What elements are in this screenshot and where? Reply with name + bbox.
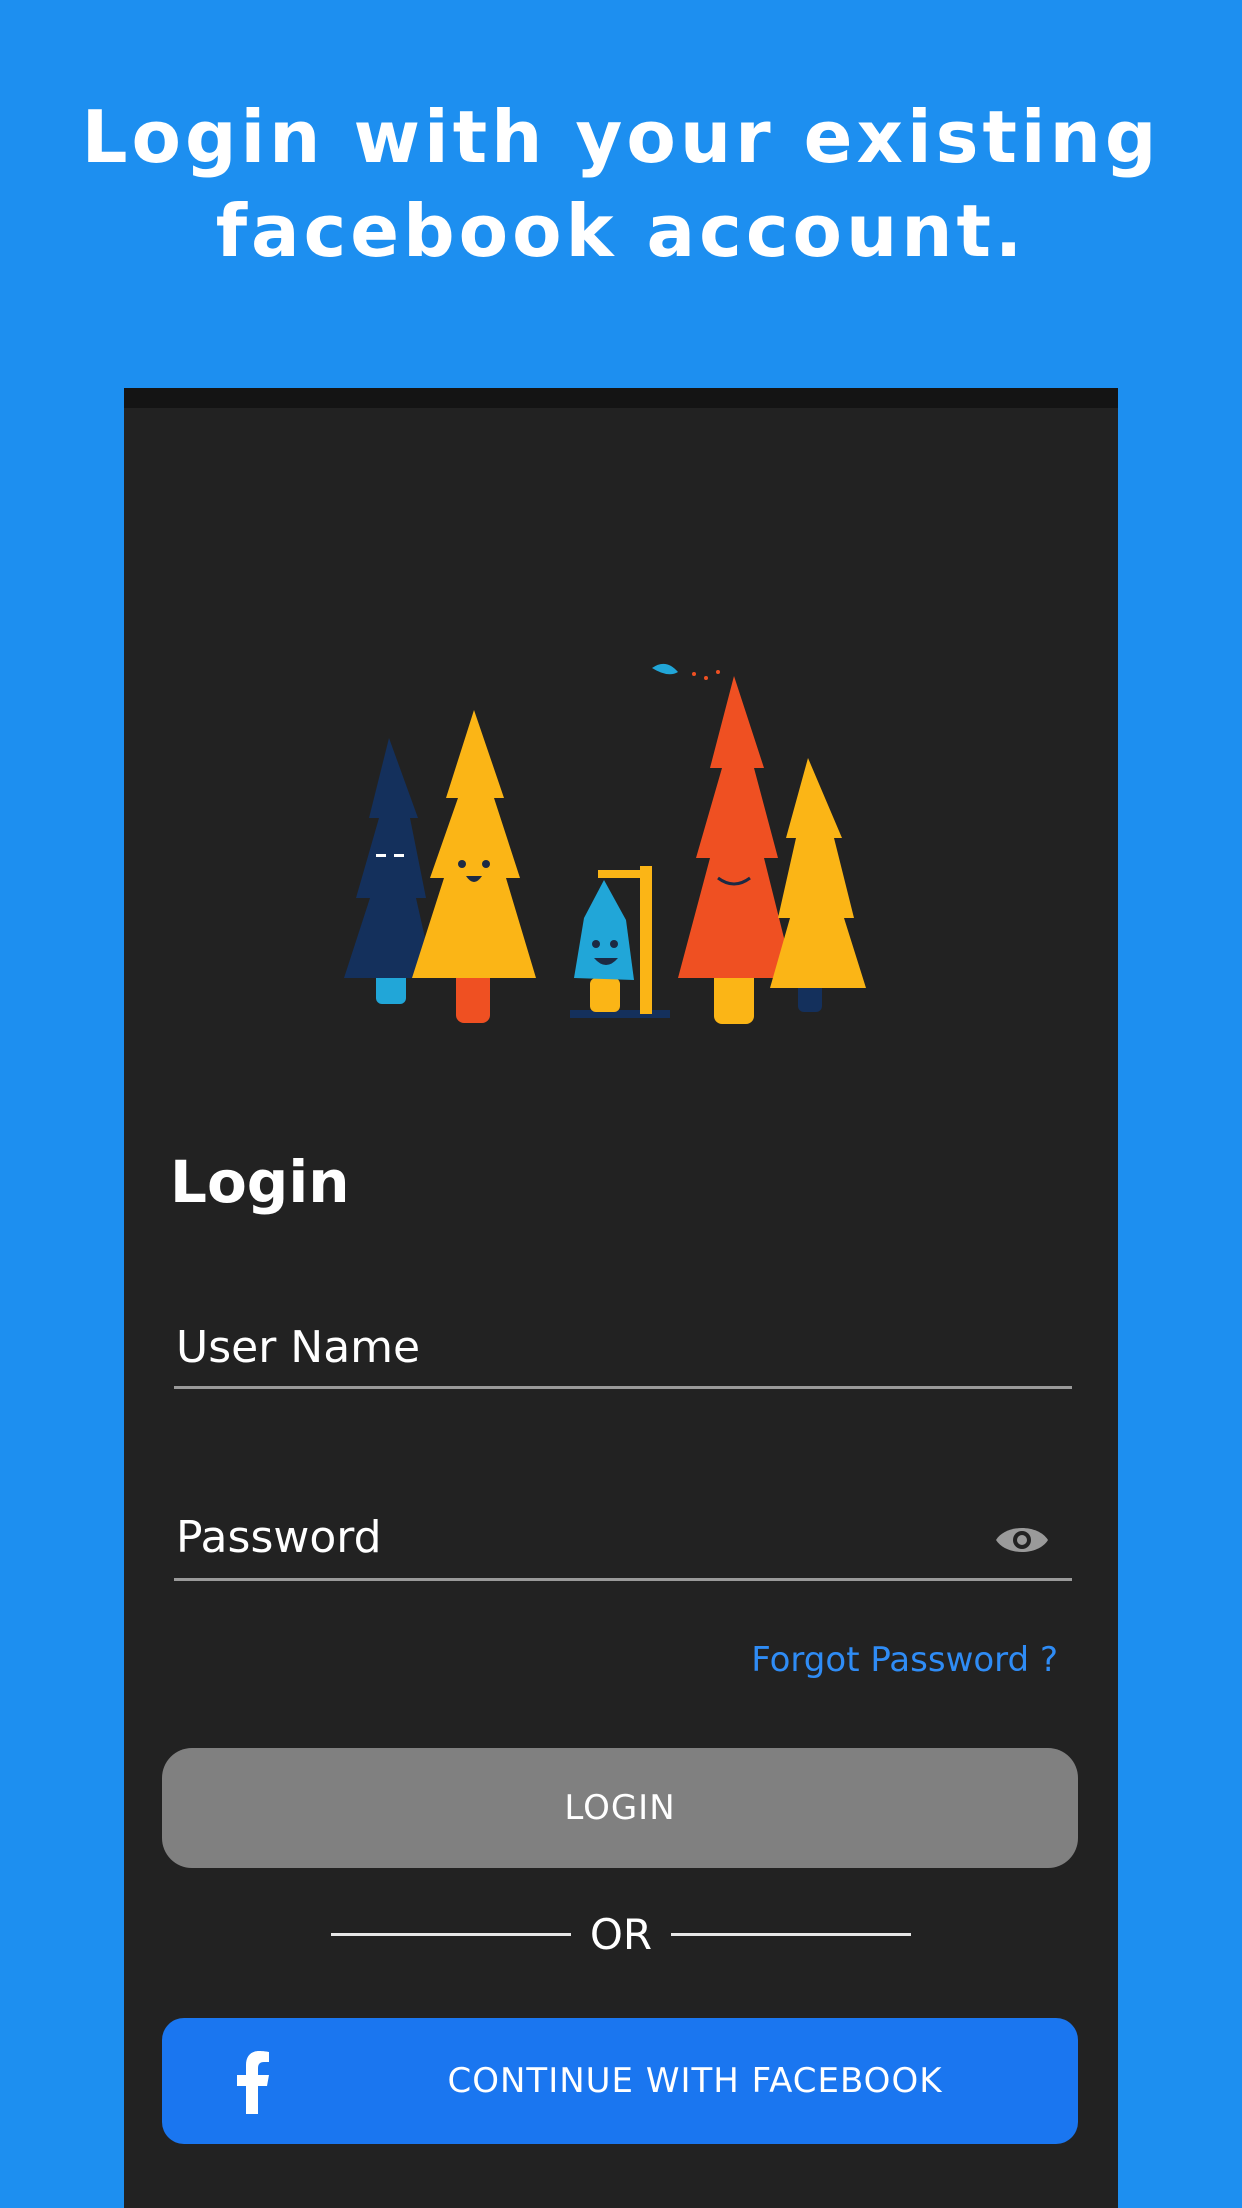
eye-icon[interactable] bbox=[994, 1522, 1050, 1558]
promo-headline-line-2: facebook account. bbox=[215, 189, 1027, 273]
divider-line-left bbox=[331, 1933, 572, 1936]
status-bar bbox=[124, 388, 1118, 408]
blue-tree-small bbox=[570, 866, 670, 1018]
login-title: Login bbox=[170, 1148, 350, 1216]
forest-illustration bbox=[344, 663, 866, 1024]
facebook-button-label: CONTINUE WITH FACEBOOK bbox=[447, 2061, 943, 2101]
bird-icon bbox=[652, 663, 720, 680]
yellow-tree-right bbox=[770, 758, 866, 1012]
yellow-tree-left bbox=[412, 710, 536, 1023]
or-divider: OR bbox=[124, 1910, 1118, 1970]
password-field[interactable]: Password bbox=[174, 1508, 1072, 1581]
facebook-icon bbox=[237, 2051, 269, 2114]
forgot-password-link[interactable]: Forgot Password ? bbox=[751, 1640, 1058, 1680]
divider-line-right bbox=[670, 1933, 911, 1936]
password-placeholder: Password bbox=[176, 1512, 382, 1563]
phone-screen: Login User Name Password Forgot Password… bbox=[124, 388, 1118, 2208]
or-text: OR bbox=[589, 1910, 653, 1959]
username-placeholder: User Name bbox=[176, 1322, 421, 1373]
promo-headline: Login with your existing facebook accoun… bbox=[0, 90, 1242, 278]
continue-with-facebook-button[interactable]: CONTINUE WITH FACEBOOK bbox=[162, 2018, 1078, 2144]
login-button[interactable]: LOGIN bbox=[162, 1748, 1078, 1868]
username-field[interactable]: User Name bbox=[174, 1318, 1072, 1389]
promo-headline-line-1: Login with your existing bbox=[81, 95, 1161, 179]
